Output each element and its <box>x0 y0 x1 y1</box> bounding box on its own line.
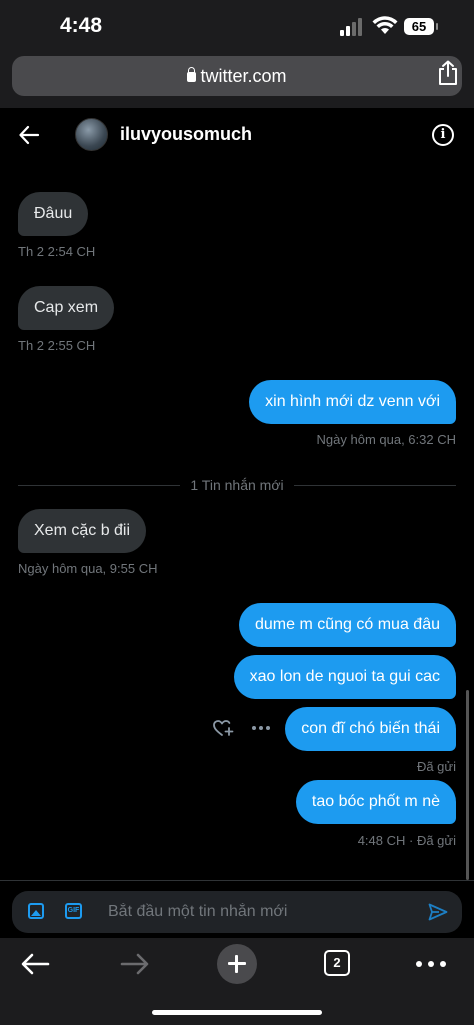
message-timestamp: Ngày hôm qua, 9:55 CH <box>18 561 158 576</box>
browser-more-icon[interactable] <box>416 961 446 967</box>
composer-bar: GIF <box>0 880 474 938</box>
signal-icon <box>340 18 366 36</box>
message-input[interactable] <box>108 899 408 925</box>
home-indicator <box>152 1010 322 1015</box>
message-bubble[interactable]: con đĩ chó biến thái <box>285 707 456 751</box>
url-display[interactable]: twitter.com <box>12 66 462 87</box>
message-status: Đã gửi <box>416 759 456 774</box>
composer: GIF <box>12 891 462 933</box>
tabs-icon[interactable]: 2 <box>324 950 350 976</box>
lock-icon <box>187 67 197 82</box>
heart-plus-icon[interactable] <box>212 718 234 738</box>
image-icon[interactable] <box>28 903 44 919</box>
message-bubble[interactable]: Đâuu <box>18 192 89 236</box>
browser-url-area: twitter.com <box>0 52 474 108</box>
back-arrow-icon[interactable] <box>18 124 40 146</box>
new-messages-label: 1 Tin nhắn mới <box>0 477 474 495</box>
message-timestamp: Th 2 2:54 CH <box>18 244 96 259</box>
wifi-icon <box>372 16 398 34</box>
message-bubble[interactable]: Xem cặc b đii <box>18 509 147 553</box>
message-bubble[interactable]: dume m cũng có mua đâu <box>239 603 456 647</box>
url-bar[interactable]: twitter.com <box>12 56 462 96</box>
gif-icon[interactable]: GIF <box>65 903 82 919</box>
avatar[interactable] <box>75 118 108 151</box>
conversation-username[interactable]: iluvyousomuch <box>120 124 252 145</box>
url-text: twitter.com <box>200 66 287 86</box>
plus-icon[interactable] <box>217 944 257 984</box>
share-icon[interactable] <box>436 60 460 86</box>
battery-icon: 65 <box>404 18 438 35</box>
send-icon[interactable] <box>428 903 448 921</box>
conversation-header: iluvyousomuch i <box>0 108 474 164</box>
message-bubble[interactable]: Cap xem <box>18 286 115 330</box>
message-bubble[interactable]: xao lon de nguoi ta gui cac <box>233 655 456 699</box>
message-timestamp: Ngày hôm qua, 6:32 CH <box>316 432 456 447</box>
browser-back-icon[interactable] <box>20 952 50 976</box>
forward-arrow-icon[interactable] <box>120 952 150 976</box>
message-bubble[interactable]: xin hình mới dz venn với <box>249 380 456 424</box>
status-bar: 4:48 65 <box>0 0 474 52</box>
info-icon[interactable]: i <box>432 124 454 146</box>
scrollbar[interactable] <box>466 690 469 880</box>
message-bubble[interactable]: tao bóc phốt m nè <box>295 780 456 824</box>
status-time: 4:48 <box>60 14 103 37</box>
message-timestamp: Th 2 2:55 CH <box>18 338 96 353</box>
message-status: 4:48 CH · Đã gửi <box>357 833 456 848</box>
more-icon[interactable] <box>252 726 272 732</box>
